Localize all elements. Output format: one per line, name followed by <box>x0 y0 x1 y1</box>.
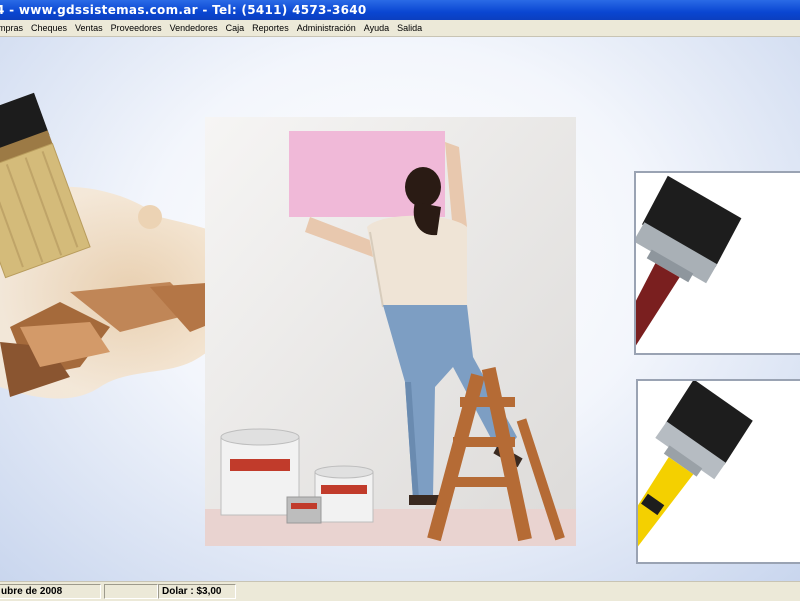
status-panel-empty <box>104 584 158 599</box>
desktop-background <box>0 37 800 581</box>
status-dolar: Dolar : $3,00 <box>158 584 236 599</box>
brush-yellow-handle-image <box>619 379 753 548</box>
menu-ayuda[interactable]: Ayuda <box>360 20 393 36</box>
right-top-brush-frame <box>614 171 800 355</box>
menu-salida[interactable]: Salida <box>393 20 426 36</box>
status-date: ubre de 2008 <box>0 584 101 599</box>
menu-caja[interactable]: Caja <box>222 20 249 36</box>
right-bottom-brush-frame <box>619 379 800 564</box>
brush-red-handle-image <box>614 175 742 352</box>
window-title: 4 - www.gdssistemas.com.ar - Tel: (5411)… <box>0 3 367 17</box>
status-bar: ubre de 2008 Dolar : $3,00 <box>0 581 800 601</box>
menu-compras[interactable]: mpras <box>0 20 27 36</box>
menu-vendedores[interactable]: Vendedores <box>166 20 222 36</box>
menu-reportes[interactable]: Reportes <box>248 20 293 36</box>
menu-administracion[interactable]: Administración <box>293 20 360 36</box>
center-painting-image <box>205 117 576 546</box>
menu-bar: mpras Cheques Ventas Proveedores Vendedo… <box>0 20 800 37</box>
menu-ventas[interactable]: Ventas <box>71 20 107 36</box>
menu-proveedores[interactable]: Proveedores <box>107 20 166 36</box>
menu-cheques[interactable]: Cheques <box>27 20 71 36</box>
title-bar: 4 - www.gdssistemas.com.ar - Tel: (5411)… <box>0 0 800 20</box>
